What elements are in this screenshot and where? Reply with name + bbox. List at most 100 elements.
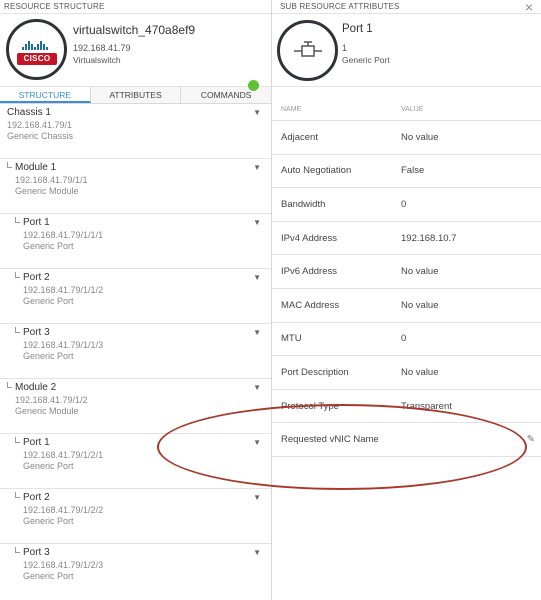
tree-item-module-2[interactable]: Module 2 192.168.41.79/1/2 Generic Modul… [0, 379, 271, 434]
port-number: 1 [342, 43, 348, 53]
tree-item-port-2-3[interactable]: Port 3 192.168.41.79/1/2/3 Generic Port … [0, 544, 271, 599]
tree-item-ip: 192.168.41.79/1/2/1 [23, 450, 104, 460]
port-name: Port 1 [342, 23, 373, 35]
tree-item-port-1-1[interactable]: Port 1 192.168.41.79/1/1/1 Generic Port … [0, 214, 271, 269]
attribute-name: Auto Negotiation [281, 165, 352, 177]
tree-item-ip: 192.168.41.79/1/2/3 [23, 560, 104, 570]
pencil-edit-icon[interactable]: ✎ [527, 434, 535, 445]
device-name: virtualswitch_470a8ef9 [73, 23, 196, 37]
attribute-row-port-description: Port Description No value [272, 356, 541, 390]
chevron-down-icon[interactable]: ▼ [253, 383, 261, 392]
attribute-row-mac-address: MAC Address No value [272, 289, 541, 323]
tree-item-name: Port 2 [23, 492, 50, 503]
tree-item-ip: 192.168.41.79/1 [7, 120, 73, 130]
port-icon [277, 20, 338, 81]
attribute-row-ipv4-address: IPv4 Address 192.168.10.7 [272, 222, 541, 256]
tree-item-port-1-3[interactable]: Port 3 192.168.41.79/1/1/3 Generic Port … [0, 324, 271, 379]
chevron-down-icon[interactable]: ▼ [253, 438, 261, 447]
tree-item-ip: 192.168.41.79/1/1/2 [23, 285, 104, 295]
tab-bar: STRUCTURE ATTRIBUTES COMMANDS [0, 87, 272, 104]
tree-item-ip: 192.168.41.79/1/2 [15, 395, 88, 405]
attribute-value: 192.168.10.7 [401, 232, 457, 244]
chevron-down-icon[interactable]: ▼ [253, 493, 261, 502]
resource-tree: Chassis 1 192.168.41.79/1 Generic Chassi… [0, 104, 271, 599]
tree-connector-icon [15, 547, 20, 553]
device-type: Virtualswitch [73, 55, 121, 65]
chevron-down-icon[interactable]: ▼ [253, 328, 261, 337]
attributes-list: Adjacent No value Auto Negotiation False… [272, 121, 541, 457]
tree-item-ip: 192.168.41.79/1/2/2 [23, 505, 104, 515]
attribute-row-bandwidth: Bandwidth 0 [272, 188, 541, 222]
cisco-logo-text: CISCO [17, 53, 57, 65]
sub-resource-title: SUB RESOURCE ATTRIBUTES [272, 0, 541, 14]
attribute-name: MAC Address [281, 299, 340, 311]
attribute-value: No value [401, 299, 439, 311]
attribute-name: Adjacent [281, 131, 318, 143]
tab-attributes[interactable]: ATTRIBUTES [90, 87, 182, 103]
attribute-row-requested-vnic-name[interactable]: Requested vNIC Name ✎ [272, 423, 541, 457]
attribute-value: 0 [401, 198, 407, 210]
tree-item-ip: 192.168.41.79/1/1 [15, 175, 88, 185]
tree-item-ip: 192.168.41.79/1/1/3 [23, 340, 104, 350]
tab-structure[interactable]: STRUCTURE [0, 87, 91, 103]
tree-item-name: Module 2 [15, 382, 57, 393]
chevron-down-icon[interactable]: ▼ [253, 163, 261, 172]
chevron-down-icon[interactable]: ▼ [253, 273, 261, 282]
tab-commands[interactable]: COMMANDS [181, 87, 272, 103]
tree-item-name: Module 1 [15, 162, 57, 173]
tree-item-type: Generic Chassis [7, 131, 74, 141]
tree-item-port-2-1[interactable]: Port 1 192.168.41.79/1/2/1 Generic Port … [0, 434, 271, 489]
attribute-row-protocol-type: Protocol Type Transparent [272, 390, 541, 424]
tree-connector-icon [7, 382, 12, 388]
tree-connector-icon [15, 272, 20, 278]
tree-item-name: Port 3 [23, 547, 50, 558]
tree-item-port-1-2[interactable]: Port 2 192.168.41.79/1/1/2 Generic Port … [0, 269, 271, 324]
attribute-name: Requested vNIC Name [281, 434, 379, 446]
attribute-row-ipv6-address: IPv6 Address No value [272, 255, 541, 289]
attribute-name: Protocol Type [281, 400, 339, 412]
tree-connector-icon [15, 437, 20, 443]
tree-item-type: Generic Port [23, 516, 74, 526]
attribute-row-mtu: MTU 0 [272, 323, 541, 357]
attributes-header: NAME VALUE [272, 99, 541, 121]
attribute-row-adjacent: Adjacent No value [272, 121, 541, 155]
close-icon[interactable]: × [525, 0, 533, 14]
attribute-name: IPv4 Address [281, 232, 337, 244]
tree-item-module-1[interactable]: Module 1 192.168.41.79/1/1 Generic Modul… [0, 159, 271, 214]
tree-item-port-2-2[interactable]: Port 2 192.168.41.79/1/2/2 Generic Port … [0, 489, 271, 544]
tree-connector-icon [15, 327, 20, 333]
attribute-value: False [401, 165, 425, 177]
tree-item-type: Generic Port [23, 241, 74, 251]
resource-structure-title: RESOURCE STRUCTURE [0, 0, 271, 14]
port-header: Port 1 1 Generic Port [272, 14, 541, 87]
attribute-name: Bandwidth [281, 198, 326, 210]
chevron-down-icon[interactable]: ▼ [253, 548, 261, 557]
tree-item-name: Port 3 [23, 327, 50, 338]
status-indicator [248, 80, 259, 91]
column-value-header: VALUE [401, 106, 424, 113]
attribute-name: MTU [281, 333, 302, 345]
tree-item-type: Generic Port [23, 461, 74, 471]
attribute-row-auto-negotiation: Auto Negotiation False [272, 155, 541, 189]
tree-connector-icon [15, 217, 20, 223]
tree-item-name: Chassis 1 [7, 107, 51, 118]
attribute-value: 0 [401, 333, 407, 345]
tree-item-chassis-1[interactable]: Chassis 1 192.168.41.79/1 Generic Chassi… [0, 104, 271, 159]
port-type: Generic Port [342, 55, 390, 65]
cisco-bars-icon [22, 38, 52, 50]
chevron-down-icon[interactable]: ▼ [253, 108, 261, 117]
tree-item-name: Port 1 [23, 217, 50, 228]
attribute-value: No value [401, 266, 439, 278]
chevron-down-icon[interactable]: ▼ [253, 218, 261, 227]
sub-resource-attributes-panel: SUB RESOURCE ATTRIBUTES × Port 1 1 Gener… [272, 0, 541, 600]
tree-connector-icon [15, 492, 20, 498]
attribute-value: No value [401, 131, 439, 143]
tree-item-type: Generic Port [23, 351, 74, 361]
tree-item-ip: 192.168.41.79/1/1/1 [23, 230, 104, 240]
device-header: CISCO virtualswitch_470a8ef9 192.168.41.… [0, 14, 271, 91]
attribute-value: Transparent [401, 400, 452, 412]
attribute-value: No value [401, 366, 439, 378]
tree-connector-icon [7, 162, 12, 168]
device-ip: 192.168.41.79 [73, 43, 131, 53]
tree-item-type: Generic Port [23, 296, 74, 306]
